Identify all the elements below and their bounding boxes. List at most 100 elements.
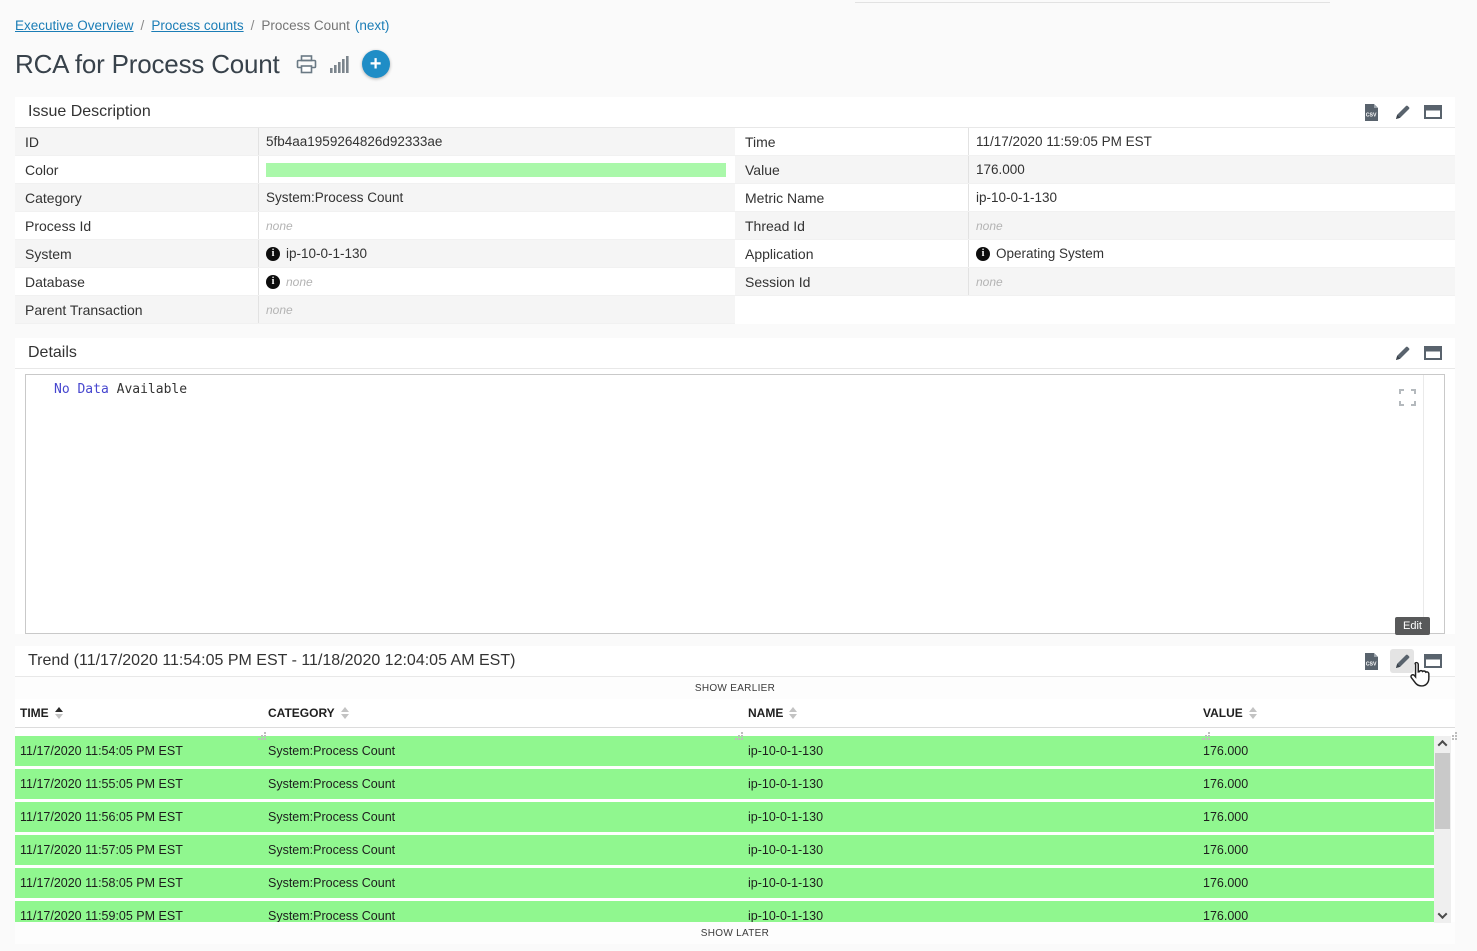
trend-table: TIME CATEGORY NAME VALUE 11/17/2020 11:54:0… (15, 699, 1455, 922)
trend-table-row[interactable]: 11/17/2020 11:58:05 PM ESTSystem:Process… (15, 868, 1434, 898)
csv-export-icon[interactable]: CSV (1359, 649, 1383, 673)
info-icon[interactable]: i (266, 247, 280, 261)
cell-time: 11/17/2020 11:56:05 PM EST (15, 810, 258, 824)
cell-name: ip-10-0-1-130 (735, 876, 1202, 890)
details-header: Details (15, 338, 1455, 369)
cell-time: 11/17/2020 11:54:05 PM EST (15, 744, 258, 758)
popout-window-icon[interactable] (1421, 649, 1445, 673)
field-label: Thread Id (735, 218, 968, 234)
breadcrumb-link-process-counts[interactable]: Process counts (151, 18, 243, 33)
message-rest: Available (117, 382, 187, 397)
svg-text:CSV: CSV (1365, 661, 1376, 667)
trend-table-body: 11/17/2020 11:54:05 PM EST System:Process… (15, 736, 1434, 922)
field-value: ip-10-0-1-130 (968, 184, 1455, 211)
show-later-button[interactable]: SHOW LATER (15, 922, 1455, 944)
trend-table-row[interactable]: 11/17/2020 11:56:05 PM ESTSystem:Process… (15, 802, 1434, 832)
section-title: Details (28, 344, 77, 362)
column-label: CATEGORY (268, 706, 335, 720)
field-value: none (258, 296, 735, 323)
column-header-category[interactable]: CATEGORY (258, 699, 735, 727)
cell-name: ip-10-0-1-130 (735, 909, 1202, 922)
scroll-down-button[interactable] (1434, 908, 1451, 923)
cell-value: 176.000 (1202, 777, 1434, 791)
column-label: TIME (20, 706, 49, 720)
empty-value: none (976, 275, 1003, 289)
breadcrumb-current: Process Count (261, 18, 350, 33)
svg-text:CSV: CSV (1365, 112, 1376, 118)
details-panel: Details No Data Avail (15, 338, 1455, 634)
field-value: 5fb4aa1959264826d92333ae (258, 128, 735, 155)
cell-time: 11/17/2020 11:58:05 PM EST (15, 876, 258, 890)
field-value: iip-10-0-1-130 (258, 240, 735, 267)
info-icon[interactable]: i (266, 275, 280, 289)
cell-category: System:Process Count (258, 843, 735, 857)
scrollbar-thumb[interactable] (1435, 753, 1450, 829)
issue-description-header: Issue Description CSV (15, 97, 1455, 128)
column-resize-grip[interactable] (1455, 732, 1457, 734)
next-link[interactable]: (next) (355, 18, 390, 33)
field-label: Time (735, 134, 968, 150)
column-resize-grip[interactable] (264, 732, 266, 734)
issue-fields-right: Time11/17/2020 11:59:05 PM ESTValue176.0… (735, 128, 1455, 324)
value-text: ip-10-0-1-130 (976, 190, 1057, 205)
cell-value: 176.000 (1202, 876, 1434, 890)
edit-tooltip: Edit (1395, 617, 1430, 635)
print-icon[interactable] (296, 55, 317, 74)
cell-name: ip-10-0-1-130 (735, 777, 1202, 791)
scroll-up-button[interactable] (1434, 736, 1451, 751)
details-editor[interactable]: No Data Available (25, 374, 1445, 634)
cell-name: ip-10-0-1-130 (735, 744, 1202, 758)
edit-icon[interactable] (1390, 649, 1414, 673)
trend-table-header: TIME CATEGORY NAME VALUE (15, 699, 1455, 728)
column-header-value[interactable]: VALUE (1202, 699, 1455, 727)
edit-icon[interactable] (1390, 341, 1414, 365)
page-title: RCA for Process Count (15, 49, 280, 80)
field-label: Category (15, 190, 258, 206)
vertical-scrollbar[interactable] (1434, 736, 1451, 923)
show-earlier-button[interactable]: SHOW EARLIER (15, 677, 1455, 699)
trend-table-row[interactable]: 11/17/2020 11:57:05 PM ESTSystem:Process… (15, 835, 1434, 865)
column-header-time[interactable]: TIME (15, 699, 258, 727)
field-value: none (968, 268, 1455, 295)
value-text: System:Process Count (266, 190, 403, 205)
edit-icon[interactable] (1390, 100, 1414, 124)
column-header-name[interactable]: NAME (735, 699, 1202, 727)
empty-value: none (266, 219, 293, 233)
breadcrumb-link-executive-overview[interactable]: Executive Overview (15, 18, 134, 33)
cell-time: 11/17/2020 11:55:05 PM EST (15, 777, 258, 791)
field-label: Value (735, 162, 968, 178)
csv-export-icon[interactable]: CSV (1359, 100, 1383, 124)
field-value: iOperating System (968, 240, 1455, 267)
popout-window-icon[interactable] (1421, 341, 1445, 365)
trend-table-row[interactable]: 11/17/2020 11:55:05 PM ESTSystem:Process… (15, 769, 1434, 799)
field-label: Parent Transaction (15, 302, 258, 318)
field-value: inone (258, 268, 735, 295)
value-text: 176.000 (976, 162, 1025, 177)
field-label: System (15, 246, 258, 262)
add-button[interactable]: + (362, 50, 390, 78)
cell-value: 176.000 (1202, 909, 1434, 922)
fullscreen-icon[interactable] (1399, 389, 1416, 411)
breadcrumb-separator: / (251, 18, 255, 33)
page: Executive Overview/Process counts/Proces… (0, 0, 1477, 944)
field-row-process-id: Process Idnone (15, 212, 735, 240)
section-title: Issue Description (28, 103, 151, 121)
column-resize-grip[interactable] (741, 732, 743, 734)
field-row-id: ID5fb4aa1959264826d92333ae (15, 128, 735, 156)
field-label: Metric Name (735, 190, 968, 206)
field-label: Application (735, 246, 968, 262)
column-resize-grip[interactable] (1208, 732, 1210, 734)
trend-table-row[interactable]: 11/17/2020 11:54:05 PM ESTSystem:Process… (15, 736, 1434, 766)
column-label: NAME (748, 706, 783, 720)
bar-chart-icon[interactable] (330, 56, 349, 73)
cell-time: 11/17/2020 11:57:05 PM EST (15, 843, 258, 857)
info-icon[interactable]: i (976, 247, 990, 261)
popout-window-icon[interactable] (1421, 100, 1445, 124)
field-value: System:Process Count (258, 184, 735, 211)
trend-table-row[interactable]: 11/17/2020 11:59:05 PM ESTSystem:Process… (15, 901, 1434, 922)
cell-category: System:Process Count (258, 810, 735, 824)
scrollbar-track[interactable] (1435, 751, 1450, 908)
field-row-category: Category System:Process Count (15, 184, 735, 212)
issue-fields-left: ID5fb4aa1959264826d92333aeColorCategoryS… (15, 128, 735, 324)
field-row-system: Systemiip-10-0-1-130 (15, 240, 735, 268)
